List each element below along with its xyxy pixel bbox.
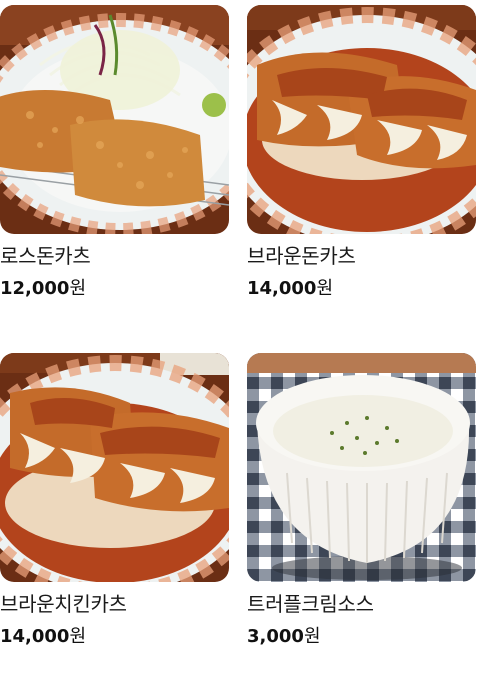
price-amount: 14,000 bbox=[0, 626, 70, 647]
menu-photo-brown-chicken-katsu[interactable] bbox=[0, 353, 229, 582]
menu-item-name: 트러플크림소스 bbox=[247, 592, 374, 616]
truffle-cream-sauce-photo-icon bbox=[247, 353, 476, 582]
menu-item-price: 3,000원 bbox=[247, 625, 321, 649]
menu-photo-loin-katsu[interactable] bbox=[0, 5, 229, 234]
menu-grid: 로스돈카츠 12,000원 브라운돈카츠 14,000원 브라운치킨카츠 14,… bbox=[0, 0, 481, 680]
loin-katsu-photo-icon bbox=[0, 5, 229, 234]
menu-photo-brown-katsu[interactable] bbox=[247, 5, 476, 234]
brown-chicken-katsu-photo-icon bbox=[0, 353, 229, 582]
menu-photo-truffle-cream-sauce[interactable] bbox=[247, 353, 476, 582]
brown-katsu-photo-icon bbox=[247, 5, 476, 234]
menu-item-name: 로스돈카츠 bbox=[0, 244, 91, 268]
price-amount: 12,000 bbox=[0, 278, 70, 299]
price-amount: 14,000 bbox=[247, 278, 317, 299]
price-unit: 원 bbox=[69, 278, 87, 299]
price-unit: 원 bbox=[69, 626, 87, 647]
menu-item-price: 12,000원 bbox=[0, 277, 86, 301]
menu-item-name: 브라운치킨카츠 bbox=[0, 592, 127, 616]
price-unit: 원 bbox=[303, 626, 321, 647]
menu-card-brown-chicken-katsu[interactable]: 브라운치킨카츠 14,000원 bbox=[0, 353, 229, 647]
menu-item-name: 브라운돈카츠 bbox=[247, 244, 356, 268]
price-amount: 3,000 bbox=[247, 626, 304, 647]
menu-card-brown-katsu[interactable]: 브라운돈카츠 14,000원 bbox=[247, 5, 476, 299]
price-unit: 원 bbox=[316, 278, 334, 299]
menu-card-truffle-cream-sauce[interactable]: 트러플크림소스 3,000원 bbox=[247, 353, 476, 647]
menu-item-price: 14,000원 bbox=[247, 277, 333, 301]
menu-item-price: 14,000원 bbox=[0, 625, 86, 649]
menu-card-loin-katsu[interactable]: 로스돈카츠 12,000원 bbox=[0, 5, 229, 299]
